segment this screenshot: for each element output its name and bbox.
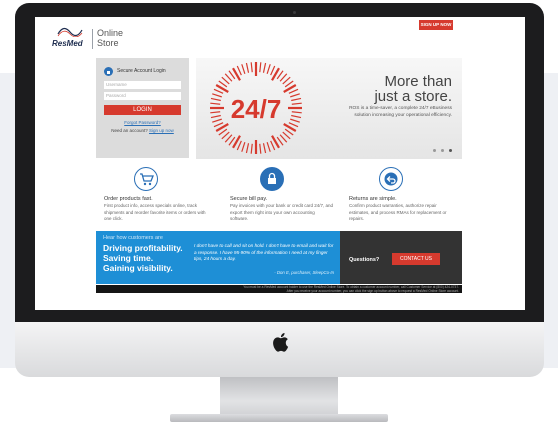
lock-icon <box>260 167 284 191</box>
testimonial-line-1: Driving profitability. <box>103 243 183 253</box>
testimonial-line-3: Gaining visibility. <box>103 263 173 273</box>
questions-panel: Questions? CONTACT US <box>340 231 462 284</box>
clock-tick <box>213 88 224 94</box>
clock-tick <box>210 97 221 102</box>
store-line-2: Store <box>97 38 119 48</box>
apple-logo-icon <box>273 333 289 352</box>
stage: ResMed Online Store SIGN UP NOW Secure A… <box>0 0 558 437</box>
clock-tick <box>282 131 291 140</box>
clock-tick <box>250 62 253 73</box>
clock-tick <box>241 142 246 152</box>
feature-billpay-text: Pay invoices with your bank or credit ca… <box>230 203 334 221</box>
resmed-logo[interactable]: ResMed Online Store <box>52 25 132 53</box>
imac-stand-foot <box>170 414 388 422</box>
clock-tick <box>210 114 221 119</box>
clock-tick <box>290 93 300 98</box>
feature-billpay-title: Secure bill pay. <box>230 196 268 202</box>
clock-tick <box>262 143 267 154</box>
slide-dot-2[interactable] <box>441 149 444 152</box>
clock-tick <box>279 134 288 143</box>
clock-tick <box>210 102 221 105</box>
clock-tick <box>270 140 276 151</box>
return-icon <box>379 167 403 191</box>
footer-text: You must be a ResMed account holder to u… <box>243 285 459 293</box>
password-input[interactable]: Password <box>104 92 181 100</box>
camera-icon <box>293 11 296 14</box>
logo-divider <box>92 29 93 49</box>
testimonial-author: - Don E, purchaser, SleepCo-In <box>274 270 334 275</box>
clock-tick <box>291 111 302 114</box>
feature-returns-title: Returns are simple. <box>349 196 397 202</box>
clock-tick <box>236 140 242 151</box>
clock-tick <box>259 143 262 154</box>
clock-tick <box>290 118 300 123</box>
clock-tick <box>212 93 222 98</box>
signup-link[interactable]: Sign up now <box>149 128 174 133</box>
hero-banner[interactable]: 24/7 More than just a store. ROS is a ti… <box>196 58 462 159</box>
clock-tick <box>270 65 276 76</box>
clock-tick <box>221 131 230 140</box>
clock-tick <box>259 62 262 73</box>
clock-tick <box>279 73 288 82</box>
clock-tick <box>266 142 271 152</box>
feature-order-title: Order products fast. <box>104 196 153 202</box>
hero-badge: 24/7 <box>231 94 282 124</box>
clock-tick <box>224 134 233 143</box>
testimonial-line-2: Saving time. <box>103 253 154 263</box>
clock-tick <box>288 88 299 94</box>
clock-tick <box>210 111 221 114</box>
imac-stand-neck <box>220 377 338 417</box>
footer: You must be a ResMed account holder to u… <box>96 285 462 293</box>
clock-tick <box>224 73 233 82</box>
feature-order-text: First product info, access specials onli… <box>104 203 206 221</box>
clock-tick <box>288 122 299 128</box>
clock-tick <box>291 114 302 119</box>
clock-tick <box>213 122 224 128</box>
brand-name: ResMed <box>52 39 83 48</box>
store-line-1: Online <box>97 28 124 38</box>
clock-tick <box>250 143 253 154</box>
clock-tick <box>236 65 242 76</box>
clock-tick <box>291 102 302 105</box>
questions-label: Questions? <box>349 257 380 263</box>
slide-dot-1[interactable] <box>433 149 436 152</box>
contact-us-button[interactable]: CONTACT US <box>392 253 440 265</box>
feature-returns-text: Confirm product warranties, authorize re… <box>349 203 447 221</box>
testimonial-quote: I don't have to call and sit on hold. I … <box>194 243 334 261</box>
slide-dot-3[interactable] <box>449 149 452 152</box>
clock-tick <box>291 97 302 102</box>
clock-tick <box>221 76 230 85</box>
footer-line-2: After you receive your account number, y… <box>286 289 459 293</box>
login-button[interactable]: LOGIN <box>104 105 181 115</box>
clock-24-7-icon: 24/7 <box>210 62 302 154</box>
username-input[interactable]: Username <box>104 81 181 89</box>
need-account-text: Need an account? Sign up now <box>96 128 189 133</box>
forgot-password-link[interactable]: Forgot Password? <box>96 120 189 125</box>
clock-tick <box>241 64 246 74</box>
resmed-wave-icon <box>57 27 83 37</box>
clock-tick <box>266 64 271 74</box>
clock-tick <box>245 62 250 73</box>
clock-tick <box>282 76 291 85</box>
hero-text: ROS is a time-saver, a complete 24/7 eBu… <box>349 106 452 118</box>
login-title: Secure Account Login <box>117 68 166 74</box>
signup-button[interactable]: SIGN UP NOW <box>419 20 453 30</box>
need-account-label: Need an account? <box>111 128 148 133</box>
testimonial-heading: Hear how customers are <box>103 235 163 241</box>
clock-tick <box>212 118 222 123</box>
clock-tick <box>262 62 267 73</box>
login-panel: Secure Account Login Username Password L… <box>96 58 189 158</box>
clock-tick <box>245 143 250 154</box>
testimonial-panel: Hear how customers are Driving profitabi… <box>96 231 340 284</box>
cart-icon <box>134 167 158 191</box>
lock-icon <box>104 67 113 76</box>
hero-headline-2: just a store. <box>374 88 452 105</box>
